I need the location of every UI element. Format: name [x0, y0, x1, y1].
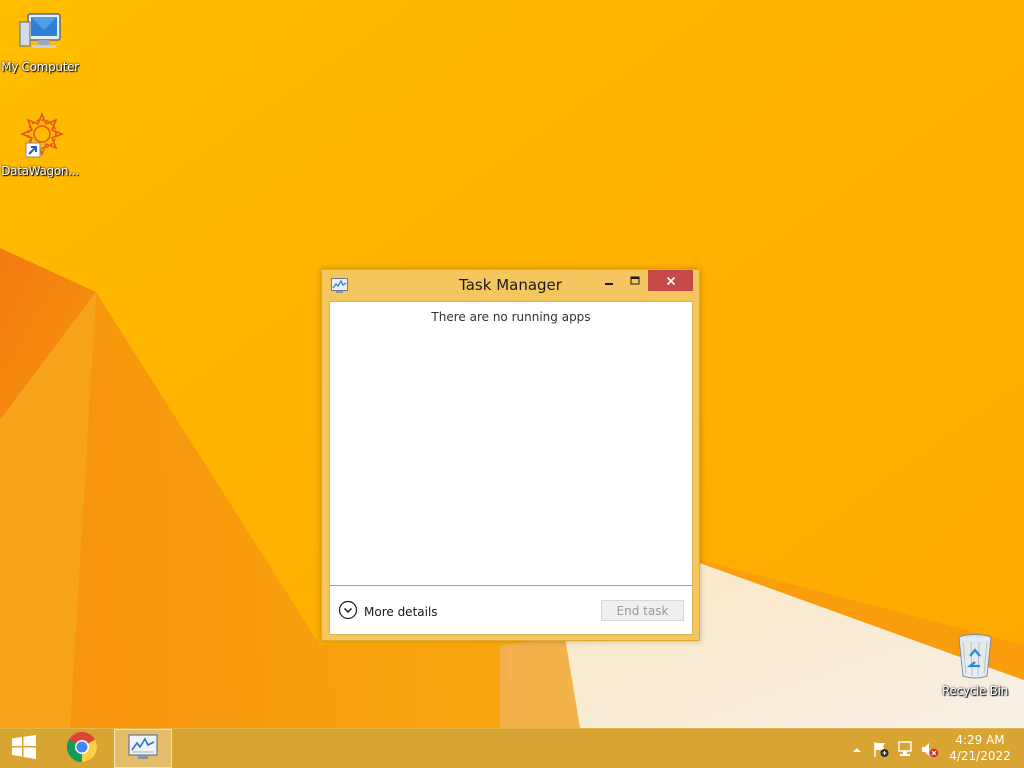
datawagon-icon [16, 111, 65, 160]
clock-time: 4:29 AM [955, 733, 1005, 747]
empty-apps-message: There are no running apps [431, 310, 591, 324]
more-details-button[interactable]: More details [338, 600, 438, 624]
task-manager-content: There are no running apps More details E… [329, 301, 693, 635]
recycle-bin-icon [951, 632, 999, 680]
close-button[interactable] [648, 270, 693, 291]
more-details-label: More details [364, 605, 438, 619]
taskbar-clock[interactable]: 4:29 AM 4/21/2022 [944, 732, 1016, 764]
task-manager-footer: More details End task [330, 586, 692, 635]
chevron-down-icon [338, 600, 358, 624]
desktop-icon-label: DataWagon... [1, 164, 79, 178]
task-manager-icon [128, 733, 158, 764]
clock-date: 4/21/2022 [949, 749, 1011, 763]
minimize-button[interactable] [596, 270, 622, 291]
maximize-button[interactable] [622, 270, 648, 291]
desktop-icon-datawagon[interactable]: DataWagon... [0, 111, 80, 178]
taskbar: 4:29 AM 4/21/2022 [0, 728, 1024, 768]
minimize-icon [604, 271, 614, 290]
start-button[interactable] [0, 729, 48, 768]
taskbar-chrome-button[interactable] [58, 729, 106, 768]
desktop-icon-my-computer[interactable]: My Computer [0, 8, 80, 74]
window-titlebar[interactable]: Task Manager [322, 270, 699, 301]
taskbar-task-manager-button[interactable] [114, 729, 172, 768]
windows-logo-icon [11, 735, 37, 763]
desktop-icon-label: Recycle Bin [942, 684, 1008, 698]
close-icon [666, 271, 676, 290]
end-task-button[interactable]: End task [601, 600, 684, 621]
volume-muted-icon[interactable] [921, 741, 939, 758]
chevron-up-icon [849, 742, 865, 761]
desktop-icon-recycle-bin[interactable]: Recycle Bin [935, 632, 1015, 698]
chrome-icon [66, 731, 98, 767]
computer-icon [16, 8, 64, 56]
action-center-flag-icon[interactable] [872, 741, 890, 758]
network-icon[interactable] [897, 741, 915, 758]
show-hidden-icons-button[interactable] [849, 742, 865, 756]
task-manager-window: Task Manager There are no running apps M… [321, 269, 700, 641]
maximize-icon [630, 271, 640, 290]
desktop-icon-label: My Computer [1, 60, 79, 74]
task-manager-icon [331, 278, 348, 293]
